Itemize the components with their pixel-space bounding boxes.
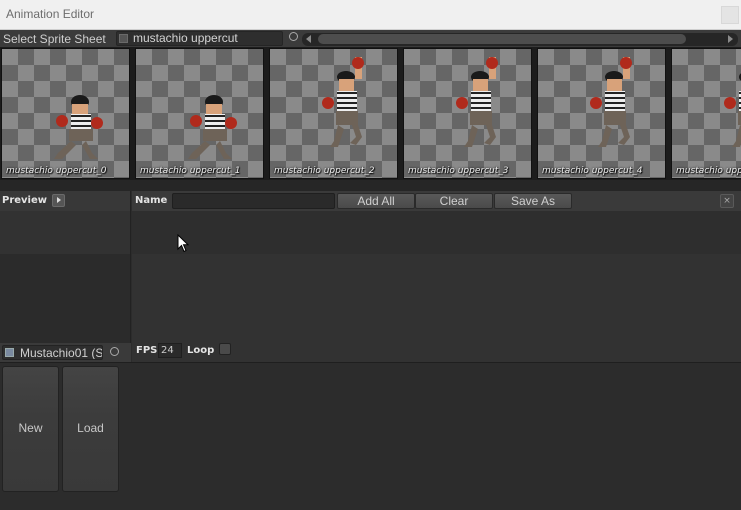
actions-panel: New Load: [0, 362, 741, 510]
name-label: Name: [135, 195, 168, 206]
object-picker-icon[interactable]: [110, 347, 119, 356]
preview-header: Preview: [0, 191, 130, 211]
sprite-frame-label: mustachio uppercut_2: [274, 166, 375, 176]
close-icon[interactable]: ×: [720, 194, 734, 208]
window-close-button[interactable]: [721, 6, 739, 24]
sprite-frame[interactable]: mustachio uppercut_3: [403, 48, 532, 179]
load-button[interactable]: Load: [62, 366, 119, 492]
sprite-sheet-value: mustachio uppercut: [133, 31, 238, 45]
loop-checkbox[interactable]: [219, 343, 231, 355]
object-field-row: Mustachio01 (S: [0, 343, 131, 362]
boxer-sprite-icon: [322, 57, 364, 147]
preview-label: Preview: [2, 195, 48, 206]
sprite-frame-label: mustachio uppercut_3: [408, 166, 509, 176]
fps-label: FPS: [136, 345, 158, 356]
sprite-sheet-toolbar: Select Sprite Sheet mustachio uppercut: [0, 30, 741, 48]
sprite-sheet-label: Select Sprite Sheet: [3, 32, 106, 46]
add-all-button[interactable]: Add All: [337, 193, 415, 209]
new-button[interactable]: New: [2, 366, 59, 492]
scroll-right-arrow-icon[interactable]: [728, 35, 733, 43]
sprite-frames-strip: mustachio uppercut_0 mustachio uppercut_1…: [0, 47, 741, 180]
clear-button[interactable]: Clear: [415, 193, 493, 209]
save-as-button[interactable]: Save As: [494, 193, 572, 209]
sprite-frame-label: mustachio uppercut_4: [542, 166, 643, 176]
sprite-frame[interactable]: mustachio uppercut_2: [269, 48, 398, 179]
sprite-frame[interactable]: mustachio uppercut_1: [135, 48, 264, 179]
boxer-sprite-icon: [188, 95, 237, 159]
play-icon[interactable]: [52, 194, 65, 207]
sprite-frame-label: mustachio uppercut_5: [676, 166, 741, 176]
animator-object-field[interactable]: Mustachio01 (S: [2, 345, 103, 360]
frames-scrollbar-thumb[interactable]: [318, 34, 686, 44]
boxer-sprite-icon: [590, 57, 632, 147]
sprite-frame[interactable]: mustachio uppercut_4: [537, 48, 666, 179]
sprite-frame-label: mustachio uppercut_1: [140, 166, 241, 176]
animator-object-value: Mustachio01 (S: [20, 346, 103, 360]
preview-panel: Preview: [0, 191, 131, 362]
gameobject-icon: [5, 348, 14, 357]
texture-icon: [119, 34, 128, 43]
animation-panel: Name Add All Clear Save As × FPS 24 Loop: [132, 191, 741, 362]
mouse-cursor-icon: [177, 234, 190, 253]
object-picker-icon[interactable]: [289, 32, 298, 41]
boxer-sprite-icon: [54, 95, 103, 159]
fps-input[interactable]: 24: [158, 343, 182, 358]
scroll-left-arrow-icon[interactable]: [306, 35, 311, 43]
name-input[interactable]: [172, 193, 335, 209]
boxer-sprite-icon: [456, 57, 498, 147]
loop-label: Loop: [187, 345, 215, 356]
panel-separator: [0, 180, 741, 191]
sprite-frame-label: mustachio uppercut_0: [6, 166, 107, 176]
title-bar: Animation Editor: [0, 0, 741, 30]
window-title: Animation Editor: [6, 7, 95, 21]
boxer-sprite-icon: [724, 73, 741, 147]
sprite-frame[interactable]: mustachio uppercut_5: [671, 48, 741, 179]
sprite-frame[interactable]: mustachio uppercut_0: [1, 48, 130, 179]
animation-header: Name Add All Clear Save As ×: [132, 191, 741, 211]
